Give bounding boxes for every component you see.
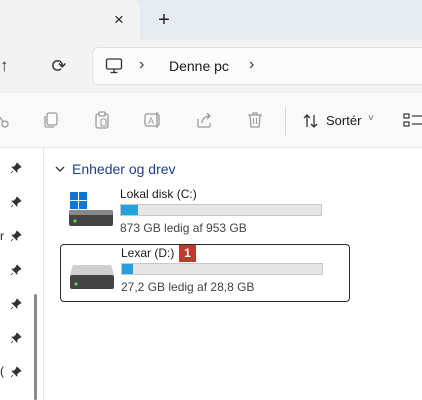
drive-usage-fill xyxy=(121,205,138,215)
tab-active[interactable]: × xyxy=(0,0,140,40)
breadcrumb-current[interactable]: Denne pc xyxy=(169,58,229,74)
address-bar[interactable]: › Denne pc › xyxy=(92,47,422,85)
drive-item-c[interactable]: Lokal disk (C:) 873 GB ledig af 953 GB xyxy=(60,186,350,244)
cut-icon[interactable] xyxy=(0,110,12,130)
pin-icon[interactable] xyxy=(10,196,22,208)
chevron-down-icon: ˅ xyxy=(368,113,374,124)
annotation-badge: 1 xyxy=(179,245,196,262)
delete-icon[interactable] xyxy=(245,110,265,130)
content-area: r ( Enheder og drev Lokal disk (C:) 873 … xyxy=(0,148,422,400)
pin-icon[interactable] xyxy=(10,162,22,174)
share-icon[interactable] xyxy=(194,110,214,130)
command-bar: A Sortér ˅ xyxy=(0,92,422,148)
paste-icon[interactable] xyxy=(92,110,112,130)
windows-drive-icon xyxy=(69,192,113,226)
new-tab-button[interactable]: + xyxy=(154,9,174,31)
pin-icon[interactable] xyxy=(10,298,22,310)
nav-item-label[interactable]: r xyxy=(0,229,4,243)
drive-usage-bar xyxy=(120,204,322,216)
close-tab-button[interactable]: × xyxy=(110,10,128,30)
chevron-down-icon[interactable] xyxy=(54,163,66,175)
nav-item-label[interactable]: ( xyxy=(0,364,4,378)
sort-label: Sortér xyxy=(326,113,362,128)
sort-icon xyxy=(303,114,318,128)
drive-usage-bar xyxy=(121,263,323,275)
main-pane: Enheder og drev Lokal disk (C:) 873 GB l… xyxy=(44,148,422,400)
drive-name: Lexar (D:) xyxy=(121,246,175,260)
pin-icon[interactable] xyxy=(10,264,22,276)
breadcrumb-separator[interactable]: › xyxy=(139,56,144,74)
drive-free-space: 27,2 GB ledig af 28,8 GB xyxy=(121,280,255,294)
this-pc-icon xyxy=(105,58,123,74)
refresh-icon[interactable]: ⟳ xyxy=(48,54,70,78)
pin-icon[interactable] xyxy=(10,332,22,344)
drive-usage-fill xyxy=(122,264,134,274)
view-options-icon[interactable] xyxy=(402,110,422,130)
group-title: Enheder og drev xyxy=(72,161,176,177)
drive-free-space: 873 GB ledig af 953 GB xyxy=(120,221,247,235)
breadcrumb-separator[interactable]: › xyxy=(249,56,254,74)
tab-strip: × + xyxy=(0,0,422,40)
svg-text:A: A xyxy=(148,116,154,126)
address-row: ↑ ⟳ › Denne pc › xyxy=(0,40,422,92)
copy-icon[interactable] xyxy=(41,110,61,130)
usb-drive-icon xyxy=(70,265,114,289)
up-arrow-icon[interactable]: ↑ xyxy=(0,54,16,78)
drive-item-d[interactable]: Lexar (D:) 1 27,2 GB ledig af 28,8 GB xyxy=(60,244,350,302)
navigation-pane: r ( xyxy=(0,148,44,400)
sort-button[interactable]: Sortér ˅ xyxy=(298,107,382,135)
scrollbar[interactable] xyxy=(34,294,37,400)
pin-icon[interactable] xyxy=(10,366,22,378)
toolbar-divider xyxy=(285,107,286,135)
rename-icon[interactable]: A xyxy=(143,110,163,130)
drive-name: Lokal disk (C:) xyxy=(120,187,197,201)
pin-icon[interactable] xyxy=(10,230,22,242)
